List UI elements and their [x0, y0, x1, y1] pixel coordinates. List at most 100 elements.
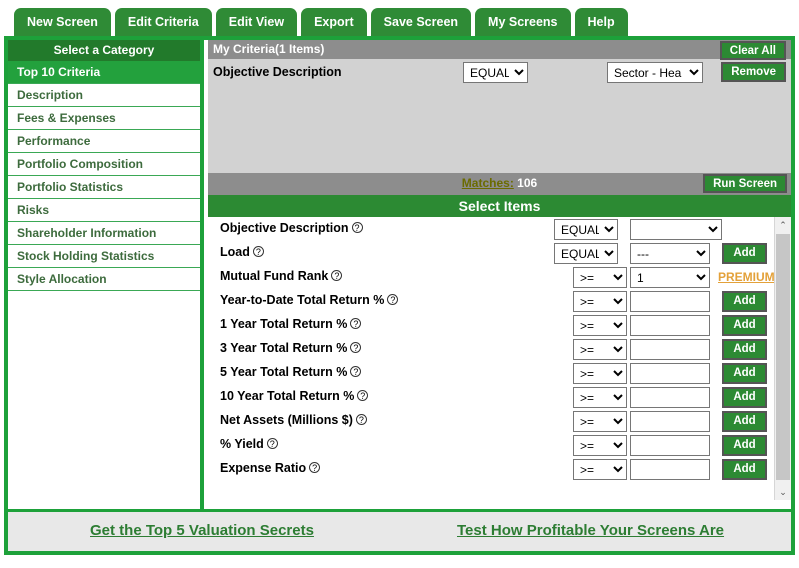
operator-select[interactable]: >= [573, 267, 627, 288]
category-list: Top 10 Criteria Description Fees & Expense… [8, 61, 200, 291]
add-criteria-button[interactable]: Add [722, 315, 767, 336]
value-input[interactable] [630, 339, 710, 360]
select-item-row: Load? EQUAL --- Add [208, 241, 772, 265]
add-criteria-button[interactable]: Add [722, 459, 767, 480]
operator-select[interactable]: >= [573, 459, 627, 480]
criteria-row: Objective Description EQUAL Sector - Hea… [208, 59, 791, 87]
value-input[interactable] [630, 411, 710, 432]
tab-help[interactable]: Help [574, 8, 628, 36]
value-input[interactable] [630, 459, 710, 480]
tab-edit-view[interactable]: Edit View [215, 8, 298, 36]
select-item-label: Objective Description? [220, 221, 363, 235]
help-icon[interactable]: ? [357, 390, 369, 401]
sidebar-item-shareholder-information[interactable]: Shareholder Information [8, 222, 200, 245]
select-item-row: 10 Year Total Return %? >= Add [208, 385, 772, 409]
premium-link[interactable]: PREMIUM [718, 270, 775, 284]
sidebar-item-top-10-criteria[interactable]: Top 10 Criteria [8, 61, 200, 84]
matches-link[interactable]: Matches: [462, 176, 514, 190]
operator-select[interactable]: >= [573, 363, 627, 384]
select-item-row: 1 Year Total Return %? >= Add [208, 313, 772, 337]
help-icon[interactable]: ? [331, 270, 343, 281]
add-criteria-button[interactable]: Add [722, 387, 767, 408]
add-criteria-button[interactable]: Add [722, 411, 767, 432]
select-item-row: Expense Ratio? >= Add [208, 457, 772, 481]
select-item-row: 5 Year Total Return %? >= Add [208, 361, 772, 385]
profitability-test-link[interactable]: Test How Profitable Your Screens Are [457, 522, 724, 539]
operator-select[interactable]: >= [573, 411, 627, 432]
select-item-label-text: Expense Ratio [220, 461, 307, 475]
select-item-label: 5 Year Total Return %? [220, 365, 362, 379]
operator-select[interactable]: EQUAL [554, 243, 618, 264]
add-criteria-button[interactable]: Add [722, 291, 767, 312]
help-icon[interactable]: ? [387, 294, 399, 305]
my-criteria-title: My Criteria(1 Items) [213, 42, 325, 56]
valuation-secrets-link[interactable]: Get the Top 5 Valuation Secrets [90, 522, 314, 539]
criteria-row-label: Objective Description [213, 65, 342, 79]
select-item-label-text: Year-to-Date Total Return % [220, 293, 385, 307]
help-icon[interactable]: ? [350, 342, 362, 353]
help-icon[interactable]: ? [350, 366, 362, 377]
sidebar-item-stock-holding-statistics[interactable]: Stock Holding Statistics [8, 245, 200, 268]
value-input[interactable] [630, 363, 710, 384]
operator-select[interactable]: >= [573, 387, 627, 408]
sidebar-item-portfolio-statistics[interactable]: Portfolio Statistics [8, 176, 200, 199]
select-item-row: 3 Year Total Return %? >= Add [208, 337, 772, 361]
operator-select[interactable]: >= [573, 435, 627, 456]
value-input[interactable] [630, 435, 710, 456]
value-select[interactable]: --- [630, 243, 710, 264]
operator-select[interactable]: >= [573, 339, 627, 360]
tab-edit-criteria[interactable]: Edit Criteria [114, 8, 212, 36]
select-item-label-text: 10 Year Total Return % [220, 389, 355, 403]
select-items-header: Select Items [208, 195, 791, 217]
operator-select[interactable]: >= [573, 291, 627, 312]
scroll-down-arrow-icon[interactable]: ⌄ [775, 484, 791, 500]
select-items-region: Objective Description? EQUAL Load? EQUAL ---… [208, 217, 791, 500]
clear-all-button[interactable]: Clear All [719, 41, 786, 60]
sidebar-item-fees-expenses[interactable]: Fees & Expenses [8, 107, 200, 130]
help-icon[interactable]: ? [309, 462, 321, 473]
add-criteria-button[interactable]: Add [722, 243, 767, 264]
add-criteria-button[interactable]: Add [722, 339, 767, 360]
value-select[interactable] [630, 219, 722, 240]
tab-new-screen[interactable]: New Screen [14, 8, 111, 36]
help-icon[interactable]: ? [252, 246, 264, 257]
select-items-list: Objective Description? EQUAL Load? EQUAL ---… [208, 217, 775, 500]
sidebar-item-portfolio-composition[interactable]: Portfolio Composition [8, 153, 200, 176]
value-select[interactable]: 1 [630, 267, 710, 288]
tab-export[interactable]: Export [301, 8, 367, 36]
tab-save-screen[interactable]: Save Screen [370, 8, 472, 36]
matches-count: 106 [517, 176, 538, 190]
main-tab-bar: New Screen Edit Criteria Edit View Export Sa… [0, 0, 799, 36]
remove-criteria-button[interactable]: Remove [721, 62, 786, 82]
help-icon[interactable]: ? [355, 414, 367, 425]
select-item-label-text: Objective Description [220, 221, 349, 235]
tab-my-screens[interactable]: My Screens [475, 8, 571, 36]
scrollbar-thumb[interactable] [776, 234, 790, 480]
criteria-value-select[interactable]: Sector - Hea [607, 62, 703, 83]
my-criteria-panel: My Criteria(1 Items) Clear All Objective… [208, 40, 791, 173]
add-criteria-button[interactable]: Add [722, 435, 767, 456]
run-screen-button[interactable]: Run Screen [703, 174, 787, 193]
help-icon[interactable]: ? [350, 318, 362, 329]
select-item-label: Mutual Fund Rank? [220, 269, 343, 283]
sidebar-item-style-allocation[interactable]: Style Allocation [8, 268, 200, 291]
right-column: My Criteria(1 Items) Clear All Objective… [208, 40, 791, 509]
help-icon[interactable]: ? [351, 222, 363, 233]
sidebar-item-risks[interactable]: Risks [8, 199, 200, 222]
value-input[interactable] [630, 315, 710, 336]
criteria-operator-select[interactable]: EQUAL [463, 62, 528, 83]
operator-select[interactable]: >= [573, 315, 627, 336]
sidebar-item-description[interactable]: Description [8, 84, 200, 107]
operator-select[interactable]: EQUAL [554, 219, 618, 240]
help-icon[interactable]: ? [266, 438, 278, 449]
sidebar-item-performance[interactable]: Performance [8, 130, 200, 153]
items-scrollbar[interactable]: ⌃ ⌄ [774, 217, 791, 500]
scroll-up-arrow-icon[interactable]: ⌃ [775, 217, 791, 233]
sidebar-header: Select a Category [8, 40, 200, 61]
select-item-row: % Yield? >= Add [208, 433, 772, 457]
value-input[interactable] [630, 387, 710, 408]
select-item-label: Expense Ratio? [220, 461, 321, 475]
add-criteria-button[interactable]: Add [722, 363, 767, 384]
select-item-label: 1 Year Total Return %? [220, 317, 362, 331]
value-input[interactable] [630, 291, 710, 312]
